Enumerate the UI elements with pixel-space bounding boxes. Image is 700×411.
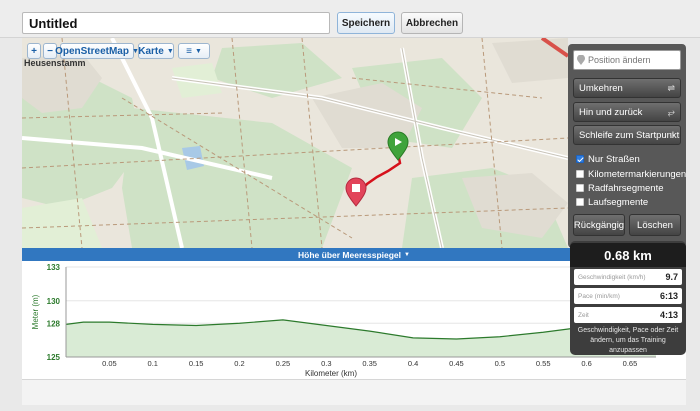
chevron-down-icon: ▼ xyxy=(166,47,174,55)
y-tick-label: 128 xyxy=(47,319,61,328)
map-type-dropdown[interactable]: Karte ▼ xyxy=(138,43,174,59)
elevation-title: Höhe über Meeresspiegel xyxy=(298,249,402,260)
loop-icon: ○ xyxy=(669,130,675,140)
loop-label: Schleife zum Startpunkt xyxy=(579,129,680,141)
time-value: 4:13 xyxy=(659,310,678,320)
time-label: Zeit xyxy=(578,311,589,319)
out-and-back-label: Hin und zurück xyxy=(579,106,643,118)
map-view[interactable]: + − OpenStreetMap ▼ Karte ▼ ≡ ▼ Heusenstamm xyxy=(22,38,568,248)
option-km-markers[interactable]: Kilometermarkierungen xyxy=(576,168,686,180)
chevron-down-icon: ▼ xyxy=(404,251,410,258)
y-tick-label: 133 xyxy=(47,263,61,272)
x-axis-label: Kilometer (km) xyxy=(305,369,357,378)
checkbox-icon[interactable] xyxy=(576,198,584,206)
x-tick-label: 0.45 xyxy=(449,359,464,368)
loop-to-start-button[interactable]: Schleife zum Startpunkt ○ xyxy=(573,125,681,145)
x-tick-label: 0.5 xyxy=(495,359,505,368)
x-tick-label: 0.25 xyxy=(276,359,291,368)
clear-button[interactable]: Löschen xyxy=(629,214,681,236)
out-and-back-icon: ⥂ xyxy=(667,107,675,117)
save-button[interactable]: Speichern xyxy=(337,12,395,34)
layer-source-label: OpenStreetMap xyxy=(55,45,129,57)
x-tick-label: 0.05 xyxy=(102,359,117,368)
layers-icon: ≡ xyxy=(186,45,192,57)
place-label: Heusenstamm xyxy=(24,58,86,68)
checkbox-checked-icon[interactable] xyxy=(576,155,584,163)
y-axis-label: Meter (m) xyxy=(31,294,40,329)
map-type-label: Karte xyxy=(138,45,164,57)
cancel-button[interactable]: Abbrechen xyxy=(401,12,463,34)
bottom-bar xyxy=(22,379,686,405)
pace-value: 6:13 xyxy=(659,291,678,301)
reverse-button[interactable]: Umkehren ⇌ xyxy=(573,78,681,98)
out-and-back-button[interactable]: Hin und zurück ⥂ xyxy=(573,102,681,122)
x-tick-label: 0.4 xyxy=(408,359,418,368)
speed-field[interactable]: Geschwindigkeit (km/h) 9.7 xyxy=(574,269,682,285)
top-toolbar: Speichern Abbrechen xyxy=(0,0,700,38)
x-tick-label: 0.1 xyxy=(148,359,158,368)
x-tick-label: 0.6 xyxy=(581,359,591,368)
route-title-input[interactable] xyxy=(22,12,330,34)
undo-button[interactable]: Rückgängig xyxy=(573,214,625,236)
option-running-segments[interactable]: Laufsegmente xyxy=(576,196,648,208)
end-marker-icon xyxy=(345,177,367,207)
reverse-label: Umkehren xyxy=(579,82,623,94)
x-tick-label: 0.3 xyxy=(321,359,331,368)
option-label: Laufsegmente xyxy=(588,196,649,208)
pace-label: Pace (min/km) xyxy=(578,292,620,300)
y-tick-label: 130 xyxy=(47,297,61,306)
x-tick-label: 0.2 xyxy=(234,359,244,368)
reverse-icon: ⇌ xyxy=(667,83,675,93)
speed-value: 9.7 xyxy=(665,272,678,282)
stats-note: Geschwindigkeit, Pace oder Zeit ändern, … xyxy=(577,327,679,354)
layers-button[interactable]: ≡ ▼ xyxy=(178,43,210,59)
x-tick-label: 0.65 xyxy=(623,359,638,368)
option-cycling-segments[interactable]: Radfahrsegmente xyxy=(576,182,664,194)
layer-source-dropdown[interactable]: OpenStreetMap ▼ xyxy=(55,43,139,59)
option-roads-only[interactable]: Nur Straßen xyxy=(576,153,640,165)
pace-field[interactable]: Pace (min/km) 6:13 xyxy=(574,288,682,304)
stats-panel: 0.68 km Geschwindigkeit (km/h) 9.7 Pace (… xyxy=(570,241,686,355)
elevation-area xyxy=(66,319,656,357)
position-input[interactable] xyxy=(573,50,681,70)
option-label: Nur Straßen xyxy=(588,153,640,165)
start-marker-icon xyxy=(387,131,409,161)
checkbox-icon[interactable] xyxy=(576,170,584,178)
x-tick-label: 0.15 xyxy=(189,359,204,368)
checkbox-icon[interactable] xyxy=(576,184,584,192)
map-tiles xyxy=(22,38,568,248)
option-label: Radfahrsegmente xyxy=(588,182,664,194)
distance-value: 0.68 km xyxy=(570,243,686,267)
zoom-in-button[interactable]: + xyxy=(27,43,41,59)
location-pin-icon xyxy=(577,55,585,65)
chevron-down-icon: ▼ xyxy=(194,47,202,55)
option-label: Kilometermarkierungen xyxy=(588,168,687,180)
x-tick-label: 0.55 xyxy=(536,359,551,368)
time-field[interactable]: Zeit 4:13 xyxy=(574,307,682,323)
speed-label: Geschwindigkeit (km/h) xyxy=(578,273,646,281)
x-tick-label: 0.35 xyxy=(362,359,377,368)
y-tick-label: 125 xyxy=(47,353,61,362)
